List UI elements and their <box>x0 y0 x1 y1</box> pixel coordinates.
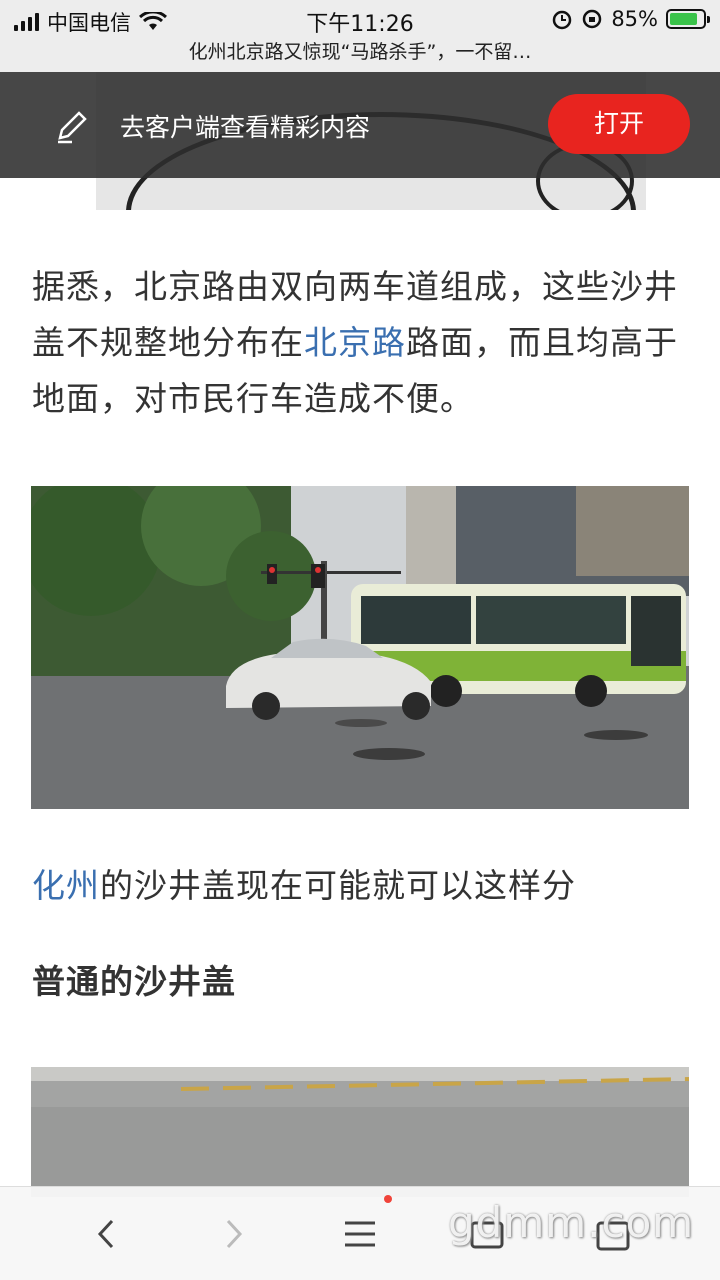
battery-fill <box>670 13 697 25</box>
forward-icon[interactable] <box>208 1209 258 1259</box>
article-paragraph: 据悉，北京路由双向两车道组成，这些沙井盖不规整地分布在北京路路面，而且均高于地面… <box>32 259 692 427</box>
rotation-lock-icon <box>583 9 602 29</box>
status-bar: 中国电信 下午11:26 85% <box>0 0 720 40</box>
huazhou-link[interactable]: 化州 <box>32 866 100 905</box>
article-paragraph: 化州的沙井盖现在可能就可以这样分 <box>32 858 692 914</box>
section-heading: 普通的沙井盖 <box>32 962 236 1001</box>
open-app-banner: 去客户端查看精彩内容 打开 <box>0 72 720 178</box>
watermark-text: gdmm.com <box>448 1198 695 1247</box>
beijing-road-link[interactable]: 北京路 <box>304 323 406 362</box>
notification-dot <box>384 1195 392 1203</box>
manhole-photo <box>31 1067 689 1197</box>
open-app-button[interactable]: 打开 <box>548 94 690 154</box>
street-photo <box>31 486 689 809</box>
banner-text: 去客户端查看精彩内容 <box>120 113 371 142</box>
battery-icon <box>666 9 710 29</box>
alarm-icon <box>553 10 572 30</box>
menu-icon[interactable] <box>335 1209 385 1259</box>
status-right: 85% <box>551 7 710 31</box>
battery-percent: 85% <box>611 7 658 31</box>
back-icon[interactable] <box>82 1209 132 1259</box>
page-title: 化州北京路又惊现“马路杀手”，一不留… <box>0 40 720 72</box>
paragraph-text: 的沙井盖现在可能就可以这样分 <box>100 866 576 905</box>
pencil-icon <box>58 111 87 144</box>
mobile-browser-page: 中国电信 下午11:26 85% 化州北京路又惊现“马路杀手”，一不留… 去客户… <box>0 0 720 1280</box>
